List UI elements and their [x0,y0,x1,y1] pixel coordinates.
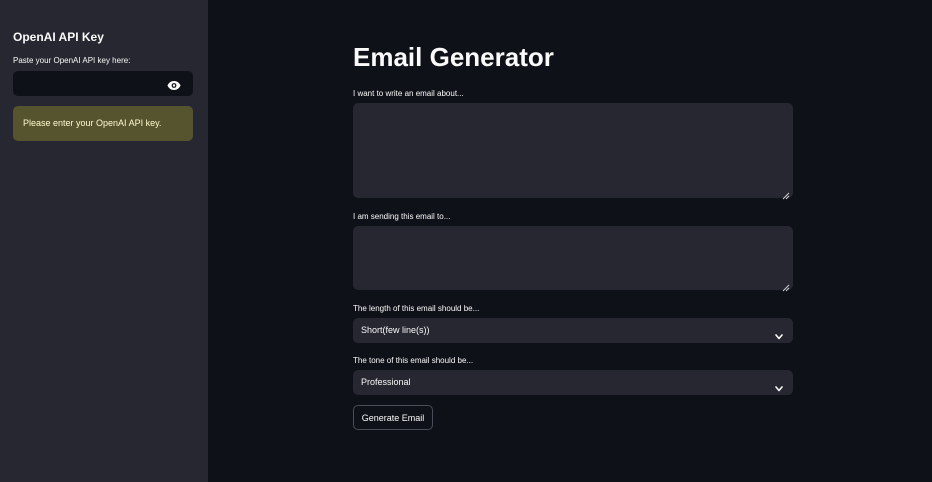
page-title: Email Generator [353,42,554,72]
tone-selected-value: Professional [361,377,411,387]
tone-label: The tone of this email should be... [353,356,474,365]
topic-textarea[interactable] [353,103,793,198]
chevron-down-icon [775,379,783,392]
recipient-textarea[interactable] [353,226,793,290]
api-key-field [13,71,193,96]
eye-icon[interactable] [167,78,181,90]
api-key-warning: Please enter your OpenAI API key. [13,106,193,141]
recipient-resize-handle-icon[interactable] [782,279,790,292]
length-selected-value: Short(few line(s)) [361,325,430,335]
tone-select[interactable]: Professional [353,370,793,395]
length-label: The length of this email should be... [353,304,480,313]
chevron-down-icon [775,327,783,340]
sidebar: OpenAI API Key Paste your OpenAI API key… [0,0,208,482]
length-select[interactable]: Short(few line(s)) [353,318,793,343]
sidebar-header: OpenAI API Key [13,30,104,44]
topic-label: I want to write an email about... [353,89,464,98]
app-root: OpenAI API Key Paste your OpenAI API key… [0,0,932,482]
api-key-label: Paste your OpenAI API key here: [13,56,131,65]
api-key-input[interactable] [13,71,163,96]
topic-resize-handle-icon[interactable] [782,187,790,200]
recipient-label: I am sending this email to... [353,212,451,221]
generate-email-button[interactable]: Generate Email [353,405,433,430]
